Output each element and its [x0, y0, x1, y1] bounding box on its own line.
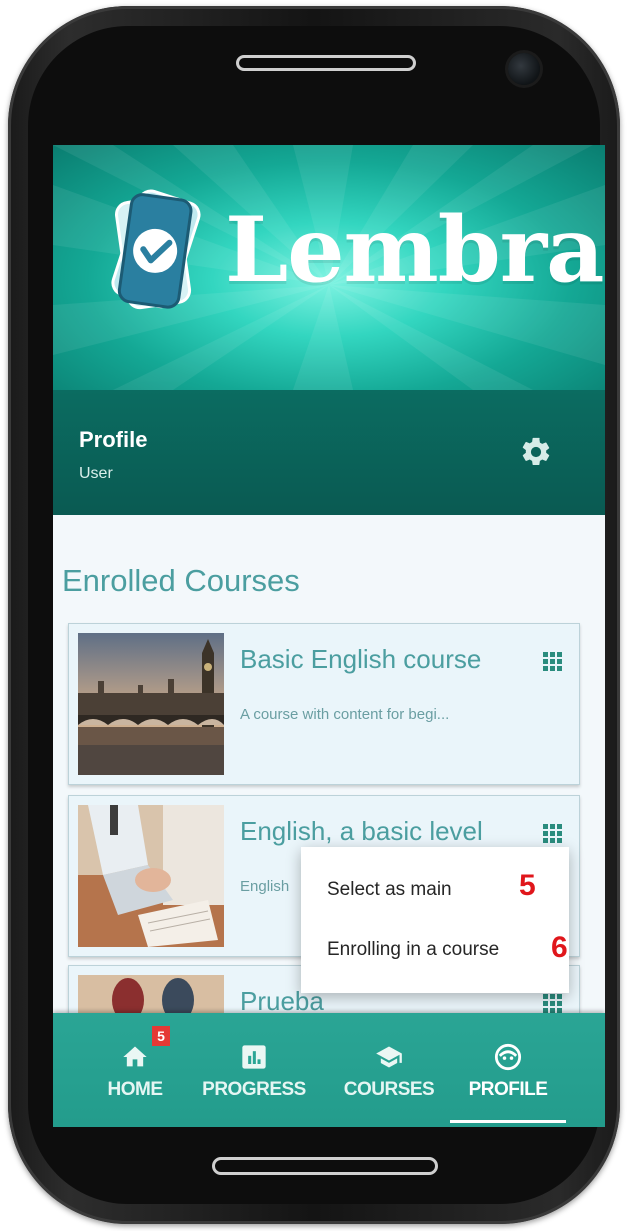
course-card[interactable]: Basic English course A course with conte…	[68, 623, 580, 785]
home-icon	[123, 1046, 147, 1067]
app-screen: Lembra Profile User Enrolled Courses Bas…	[53, 145, 605, 1127]
course-title: Basic English course	[240, 644, 482, 674]
app-logo-text: Lembra	[225, 197, 604, 303]
profile-subtitle: User	[79, 465, 113, 482]
course-menu-grid-icon[interactable]	[543, 824, 563, 844]
menu-item-enrolling-in-course[interactable]: Enrolling in a course	[327, 939, 499, 961]
course-menu-grid-icon[interactable]	[543, 652, 563, 672]
course-thumbnail-laptop	[78, 805, 224, 947]
nav-label: HOME	[107, 1079, 164, 1100]
enrolled-courses-heading: Enrolled Courses	[62, 563, 300, 598]
home-notification-badge: 5	[152, 1026, 170, 1046]
step-marker: 6	[551, 931, 568, 964]
nav-label: COURSES	[343, 1079, 435, 1100]
course-description: English	[240, 878, 290, 895]
nav-label: PROGRESS	[202, 1079, 306, 1100]
course-title: English, a basic level	[240, 816, 483, 846]
course-context-menu: Select as main 5 Enrolling in a course 6	[301, 847, 569, 993]
nav-profile[interactable]: PROFILE	[451, 1013, 565, 1127]
app-banner: Lembra	[53, 145, 605, 390]
nav-label: PROFILE	[468, 1079, 548, 1100]
earpiece-speaker	[236, 55, 416, 71]
course-menu-grid-icon[interactable]	[543, 994, 563, 1014]
front-camera	[508, 53, 540, 85]
app-logo-icon	[111, 189, 201, 310]
step-marker: 5	[519, 869, 536, 902]
nav-courses[interactable]: COURSES	[333, 1013, 445, 1127]
nav-progress[interactable]: PROGRESS	[193, 1013, 315, 1127]
menu-item-select-as-main[interactable]: Select as main	[327, 879, 452, 901]
bottom-navigation: HOME 5 PROGRESS COURSES PROFILE	[53, 1013, 605, 1127]
smiley-icon	[494, 1043, 522, 1071]
profile-title: Profile	[79, 427, 148, 452]
bottom-speaker	[212, 1157, 438, 1175]
course-description: A course with content for begi...	[240, 706, 450, 723]
graduation-cap-icon	[376, 1046, 402, 1068]
course-thumbnail-london	[78, 633, 224, 775]
active-tab-indicator	[450, 1120, 566, 1123]
settings-gear-icon[interactable]	[519, 435, 553, 469]
bar-chart-icon	[242, 1045, 266, 1069]
